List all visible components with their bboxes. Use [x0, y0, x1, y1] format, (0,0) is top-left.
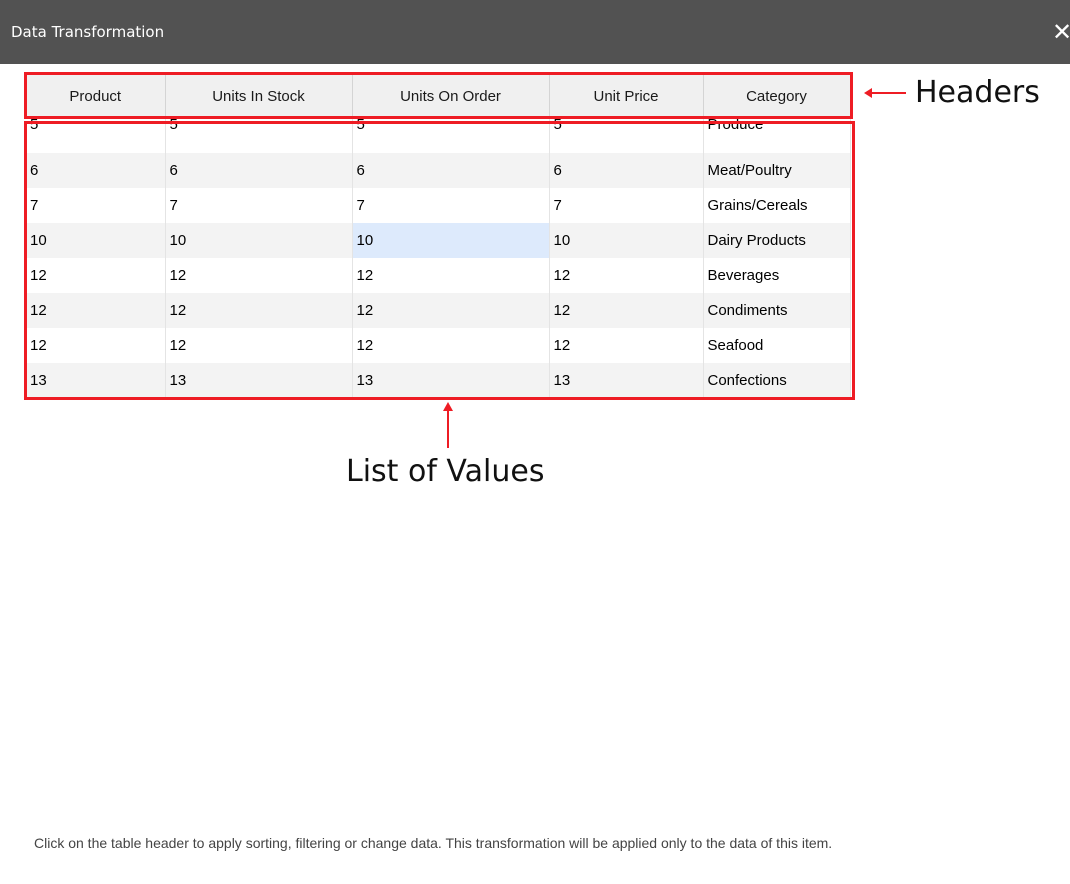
table-cell[interactable]: Condiments — [703, 293, 851, 328]
headers-annotation-label: Headers — [915, 75, 1040, 110]
title-bar: Data Transformation ✕ — [0, 0, 1070, 64]
table-cell[interactable]: Dairy Products — [703, 223, 851, 258]
table-cell[interactable]: Meat/Poultry — [703, 153, 851, 188]
table-cell[interactable]: 5 — [352, 117, 550, 153]
table-cell[interactable]: 13 — [352, 363, 550, 398]
table-cell[interactable]: 12 — [165, 293, 353, 328]
table-cell[interactable]: 12 — [549, 258, 704, 293]
table-cell[interactable]: Seafood — [703, 328, 851, 363]
table-cell[interactable]: Produce — [703, 117, 851, 153]
table-cell[interactable]: 5 — [549, 117, 704, 153]
table-row: 12 12 12 12 Beverages — [26, 258, 851, 293]
table-cell[interactable]: 6 — [165, 153, 353, 188]
table-cell[interactable]: 6 — [549, 153, 704, 188]
column-header-units-on-order[interactable]: Units On Order — [352, 75, 550, 118]
table-row: 10 10 10 10 Dairy Products — [26, 223, 851, 258]
table-cell[interactable]: 13 — [549, 363, 704, 398]
table-cell[interactable]: 12 — [549, 328, 704, 363]
table-cell[interactable]: 10 — [165, 223, 353, 258]
table-cell[interactable]: 12 — [352, 258, 550, 293]
values-arrow-icon — [443, 402, 453, 448]
table-row: 6 6 6 6 Meat/Poultry — [26, 153, 851, 188]
table-cell[interactable]: 13 — [26, 363, 166, 398]
table-cell-selected[interactable]: 10 — [352, 223, 550, 258]
data-table: Product Units In Stock Units On Order Un… — [26, 75, 851, 398]
table-cell[interactable]: 12 — [165, 328, 353, 363]
table-row: 5 5 5 5 Produce — [26, 117, 851, 153]
table-cell[interactable]: 10 — [549, 223, 704, 258]
table-cell[interactable]: Confections — [703, 363, 851, 398]
table-cell[interactable]: 5 — [165, 117, 353, 153]
table-row: 12 12 12 12 Seafood — [26, 328, 851, 363]
table-cell[interactable]: 12 — [352, 328, 550, 363]
table-cell[interactable]: 12 — [26, 258, 166, 293]
column-header-product[interactable]: Product — [26, 75, 166, 118]
table-cell[interactable]: 12 — [352, 293, 550, 328]
column-header-category[interactable]: Category — [703, 75, 851, 118]
table-row: 7 7 7 7 Grains/Cereals — [26, 188, 851, 223]
table-cell[interactable]: 13 — [165, 363, 353, 398]
table-cell[interactable]: Grains/Cereals — [703, 188, 851, 223]
headers-arrow-icon — [864, 88, 906, 98]
table-row: 13 13 13 13 Confections — [26, 363, 851, 398]
table-cell[interactable]: 6 — [26, 153, 166, 188]
column-header-unit-price[interactable]: Unit Price — [549, 75, 704, 118]
close-icon[interactable]: ✕ — [1052, 18, 1070, 46]
column-header-units-in-stock[interactable]: Units In Stock — [165, 75, 353, 118]
table-cell[interactable]: 7 — [165, 188, 353, 223]
table-cell[interactable]: 12 — [165, 258, 353, 293]
table-cell[interactable]: 12 — [549, 293, 704, 328]
table-cell[interactable]: 7 — [549, 188, 704, 223]
table-cell[interactable]: 6 — [352, 153, 550, 188]
table-header-row: Product Units In Stock Units On Order Un… — [26, 75, 851, 118]
table-cell[interactable]: Beverages — [703, 258, 851, 293]
values-annotation-label: List of Values — [346, 454, 545, 489]
table-cell[interactable]: 7 — [26, 188, 166, 223]
table-cell[interactable]: 5 — [26, 117, 166, 153]
window-title: Data Transformation — [11, 23, 165, 41]
table-cell[interactable]: 12 — [26, 293, 166, 328]
table-row: 12 12 12 12 Condiments — [26, 293, 851, 328]
table-cell[interactable]: 12 — [26, 328, 166, 363]
footer-hint: Click on the table header to apply sorti… — [34, 835, 833, 851]
table-cell[interactable]: 7 — [352, 188, 550, 223]
table-cell[interactable]: 10 — [26, 223, 166, 258]
